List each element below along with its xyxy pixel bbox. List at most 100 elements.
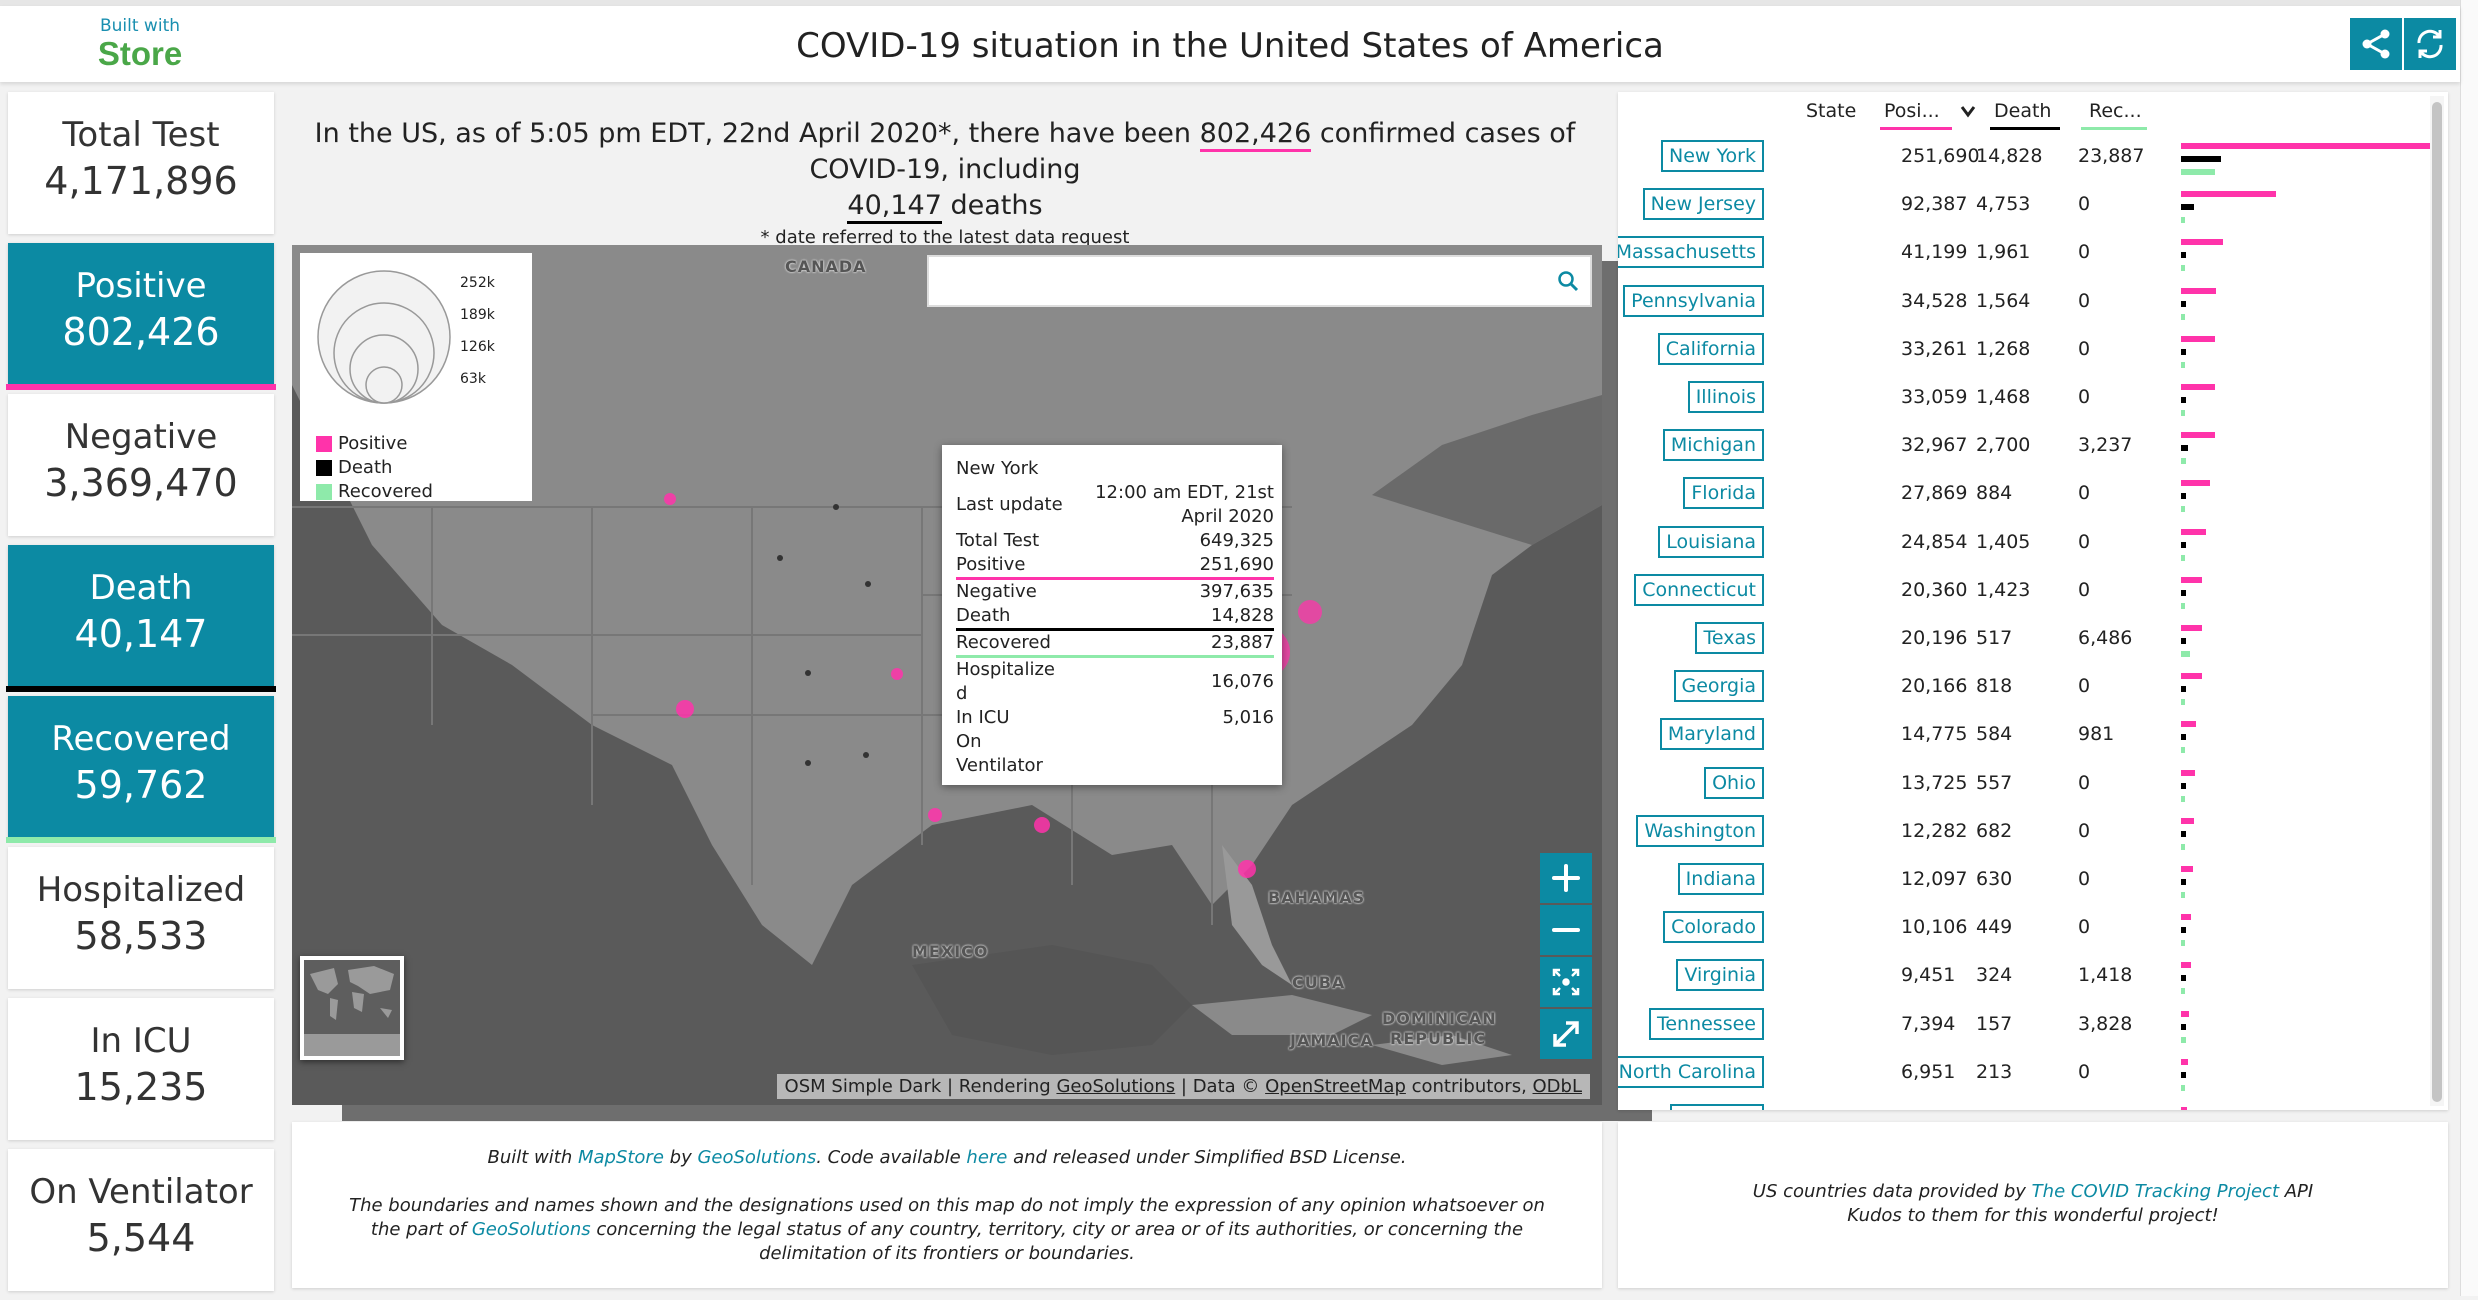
header-label: Posi... bbox=[1884, 100, 1940, 122]
state-link[interactable]: Massachusetts bbox=[1618, 236, 1764, 269]
covid-tracking-link[interactable]: The COVID Tracking Project bbox=[2032, 1181, 2279, 1202]
state-link[interactable]: Michigan bbox=[1662, 429, 1764, 462]
recovered-bar bbox=[2181, 602, 2185, 609]
stat-card-in-icu[interactable]: In ICU 15,235 bbox=[8, 998, 274, 1140]
stat-card-on-ventilator[interactable]: On Ventilator 5,544 bbox=[8, 1149, 274, 1291]
zoom-in-button[interactable] bbox=[1540, 853, 1592, 903]
column-header-positive[interactable]: Posi... bbox=[1880, 98, 1952, 130]
mapstore-link[interactable]: MapStore bbox=[578, 1147, 664, 1168]
state-link[interactable]: Illinois bbox=[1687, 381, 1764, 413]
table-row: Massachusetts 41,199 1,961 0 bbox=[1618, 230, 2448, 278]
positive-cell: 14,775 bbox=[1901, 723, 1968, 746]
state-link[interactable]: Ohio bbox=[1704, 766, 1764, 799]
state-link[interactable]: Colorado bbox=[1663, 911, 1764, 944]
state-link[interactable]: California bbox=[1657, 332, 1764, 365]
footer-text: concerning the legal status of any count… bbox=[590, 1219, 1524, 1264]
table-scrollbar-thumb[interactable] bbox=[2432, 102, 2442, 1102]
stats-panel: Total Test 4,171,896 Positive 802,426 Nega… bbox=[6, 92, 276, 1300]
table-row: Michigan 32,967 2,700 3,237 bbox=[1618, 423, 2448, 471]
table-scrollbar[interactable] bbox=[2430, 96, 2444, 1106]
popup-row-recovered: Recovered 23,887 bbox=[956, 629, 1274, 658]
table-row: Virginia 9,451 324 1,418 bbox=[1618, 953, 2448, 1001]
state-link[interactable]: Pennsylvania bbox=[1623, 284, 1764, 317]
stat-card-recovered[interactable]: Recovered 59,762 bbox=[6, 696, 276, 843]
map-label-bahamas: BAHAMAS bbox=[1268, 888, 1366, 907]
state-link[interactable]: Texas bbox=[1695, 622, 1764, 654]
column-header-death[interactable]: Death bbox=[1990, 98, 2060, 130]
stat-card-positive[interactable]: Positive 802,426 bbox=[6, 243, 276, 390]
popup-row-negative: Negative 397,635 bbox=[956, 579, 1274, 605]
state-link[interactable]: Louisiana bbox=[1658, 525, 1764, 558]
table-row: Missouri 5,941 189 0 bbox=[1618, 1098, 2448, 1110]
state-table-panel: State Posi... Death Rec... New York 251,6… bbox=[1618, 92, 2448, 1110]
state-link[interactable]: New York bbox=[1660, 140, 1764, 172]
stat-card-total-test[interactable]: Total Test 4,171,896 bbox=[8, 92, 274, 234]
popup-value: 397,635 bbox=[1199, 581, 1274, 602]
popup-value: 5,016 bbox=[1222, 707, 1274, 728]
table-row: Georgia 20,166 818 0 bbox=[1618, 664, 2448, 712]
death-cell: 324 bbox=[1976, 964, 2013, 987]
recovered-cell: 0 bbox=[2078, 241, 2091, 264]
positive-cell: 34,528 bbox=[1901, 289, 1968, 312]
map-label-cuba: CUBA bbox=[1292, 973, 1346, 992]
column-header-state[interactable]: State bbox=[1806, 98, 1856, 130]
overview-map[interactable] bbox=[300, 956, 404, 1060]
recovered-cell: 0 bbox=[2078, 482, 2091, 505]
refresh-button[interactable] bbox=[2404, 18, 2456, 70]
death-cell: 1,961 bbox=[1976, 241, 2031, 264]
row-bar-chart bbox=[2181, 761, 2441, 809]
recovered-bar bbox=[2181, 843, 2185, 850]
recovered-bar bbox=[2181, 506, 2185, 513]
header-label: Rec... bbox=[2089, 100, 2142, 122]
state-link[interactable]: Tennessee bbox=[1648, 1007, 1764, 1040]
recovered-bar bbox=[2181, 410, 2185, 416]
positive-bar bbox=[2181, 287, 2217, 294]
state-link[interactable]: Connecticut bbox=[1634, 573, 1764, 606]
map-attribution: OSM Simple Dark | Rendering GeoSolutions… bbox=[776, 1074, 1590, 1099]
state-link[interactable]: Virginia bbox=[1676, 959, 1764, 992]
code-here-link[interactable]: here bbox=[966, 1147, 1007, 1168]
stat-card-negative[interactable]: Negative 3,369,470 bbox=[8, 394, 274, 536]
odbl-link[interactable]: ODbL bbox=[1533, 1076, 1582, 1097]
column-header-recovered[interactable]: Rec... bbox=[2081, 98, 2147, 130]
page-scrollbar[interactable] bbox=[2460, 0, 2478, 1296]
data-credit-footer: US countries data provided by The COVID … bbox=[1618, 1122, 2448, 1288]
search-icon[interactable] bbox=[1556, 269, 1580, 293]
chevron-down-icon[interactable] bbox=[1960, 104, 1976, 118]
state-link[interactable]: North Carolina bbox=[1618, 1055, 1764, 1088]
openstreetmap-link[interactable]: OpenStreetMap bbox=[1265, 1076, 1406, 1097]
death-bar bbox=[2181, 252, 2187, 259]
recovered-cell: 0 bbox=[2078, 1060, 2091, 1083]
share-button[interactable] bbox=[2350, 18, 2402, 70]
state-link[interactable]: Washington bbox=[1636, 814, 1764, 847]
popup-value: 649,325 bbox=[1199, 530, 1274, 551]
stat-value: 4,171,896 bbox=[44, 159, 238, 203]
geosolutions-link[interactable]: GeoSolutions bbox=[697, 1147, 816, 1168]
death-underline bbox=[1990, 127, 2060, 130]
geosolutions-link[interactable]: GeoSolutions bbox=[472, 1219, 591, 1240]
stat-card-death[interactable]: Death 40,147 bbox=[6, 545, 276, 692]
state-link[interactable]: New Jersey bbox=[1642, 188, 1764, 221]
state-link[interactable]: Indiana bbox=[1677, 863, 1764, 895]
positive-cell: 5,941 bbox=[1901, 1104, 1955, 1110]
state-link[interactable]: Florida bbox=[1683, 477, 1764, 510]
positive-cell: 12,097 bbox=[1901, 868, 1968, 890]
state-link[interactable]: Maryland bbox=[1659, 718, 1764, 751]
positive-bar bbox=[2181, 914, 2192, 921]
death-bar bbox=[2181, 975, 2186, 982]
footer-text: US countries data provided by bbox=[1752, 1181, 2032, 1202]
positive-bar bbox=[2181, 817, 2194, 824]
zoom-out-button[interactable] bbox=[1540, 905, 1592, 955]
zoom-to-extent-button[interactable] bbox=[1540, 957, 1592, 1007]
stat-label: In ICU bbox=[90, 1021, 192, 1061]
geosolutions-link[interactable]: GeoSolutions bbox=[1056, 1076, 1175, 1097]
fullscreen-button[interactable] bbox=[1540, 1009, 1592, 1059]
search-input[interactable] bbox=[929, 257, 1529, 305]
state-link[interactable]: Georgia bbox=[1673, 670, 1764, 703]
table-row: Washington 12,282 682 0 bbox=[1618, 809, 2448, 857]
stat-card-hospitalized[interactable]: Hospitalized 58,533 bbox=[8, 847, 274, 989]
state-link[interactable]: Missouri bbox=[1669, 1104, 1764, 1110]
map-viewer[interactable]: CANADA MEXICO BAHAMAS CUBA DOMINICAN REP… bbox=[292, 245, 1602, 1105]
positive-bar bbox=[2181, 962, 2191, 969]
positive-bar bbox=[2181, 625, 2202, 631]
